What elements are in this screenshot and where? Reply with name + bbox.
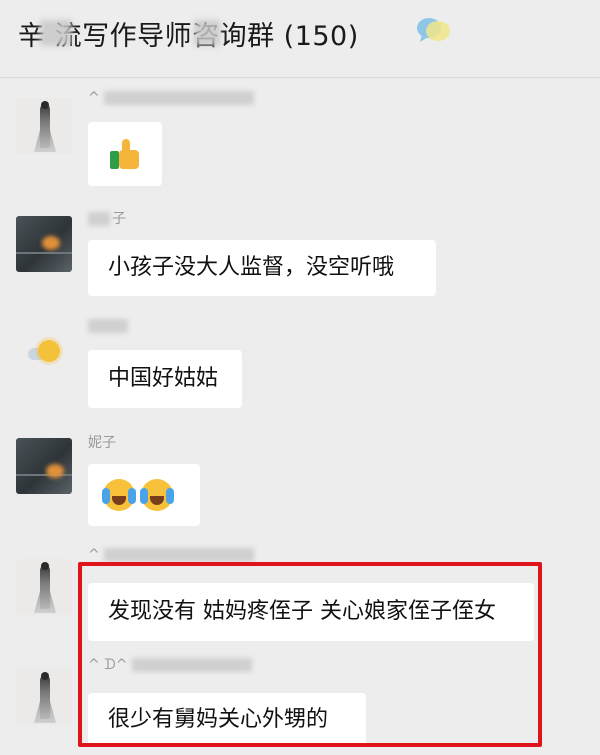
message-bubble[interactable] [88,122,162,186]
thumbs-up-emoji-icon [108,137,142,171]
message-text: 小孩子没大人监督，没空听哦 [108,255,395,280]
avatar[interactable] [16,326,72,382]
sender-name: ^ [88,547,254,565]
avatar[interactable] [16,216,72,272]
message-bubble[interactable] [88,464,200,526]
message-item: ^ [0,90,600,190]
sender-name [88,318,128,336]
avatar[interactable] [16,669,72,725]
avatar[interactable] [16,98,72,154]
message-item: 子 小孩子没大人监督，没空听哦 [0,208,600,300]
message-text: 发现没有 姑妈疼侄子 关心娘家侄子侄女 [108,599,496,624]
message-text: 中国好姑姑 [108,366,219,391]
message-bubble[interactable]: 发现没有 姑妈疼侄子 关心娘家侄子侄女 [88,583,534,641]
message-item: 妮子 [0,430,600,530]
message-text: 很少有舅妈关心外甥的 [108,707,329,732]
chat-header: 辛 流写作导师咨询群 (150) [0,0,600,78]
avatar[interactable] [16,438,72,494]
crying-laughing-emoji-icon [140,478,174,512]
sender-name: ^ ᗪ^ [88,657,252,675]
avatar[interactable] [16,559,72,615]
crying-laughing-emoji-icon [102,478,136,512]
message-bubble[interactable]: 很少有舅妈关心外甥的 [88,693,366,747]
message-bubble[interactable]: 中国好姑姑 [88,350,242,408]
redacted-text [194,20,220,46]
sender-name: 妮子 [88,435,116,451]
sender-name: ^ [88,90,254,108]
chat-bubbles-icon [417,18,450,42]
message-bubble[interactable]: 小孩子没大人监督，没空听哦 [88,240,436,296]
message-item: 中国好姑姑 [0,318,600,412]
sender-name: 子 [88,208,126,227]
redacted-text [40,20,72,46]
message-item: ^ ᗪ^ 很少有舅妈关心外甥的 [0,655,600,755]
message-item: ^ 发现没有 姑妈疼侄子 关心娘家侄子侄女 [0,545,600,645]
